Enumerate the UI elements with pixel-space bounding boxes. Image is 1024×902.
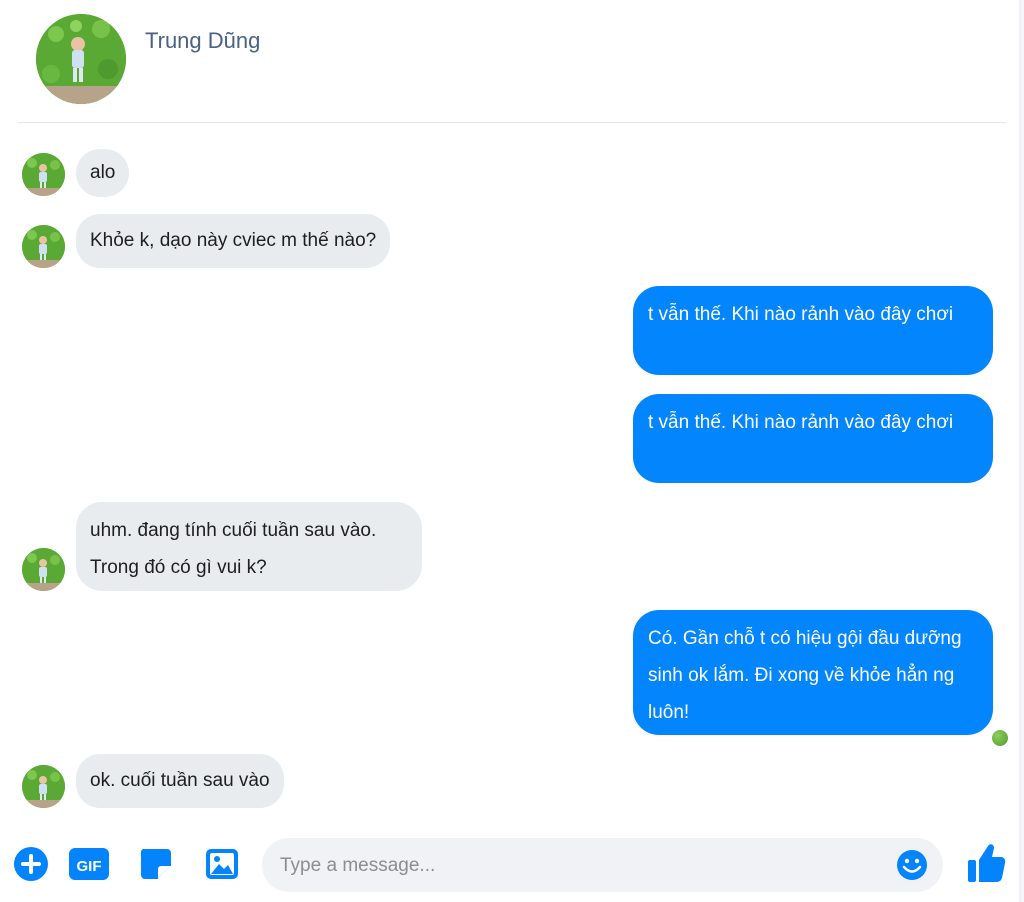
- seen-indicator-avatar: [992, 730, 1008, 746]
- message-bubble-outgoing: t vẫn thế. Khi nào rảnh vào đây chơi: [633, 286, 993, 375]
- plus-icon[interactable]: [12, 845, 50, 883]
- message-bubble-outgoing: t vẫn thế. Khi nào rảnh vào đây chơi: [633, 394, 993, 483]
- gif-icon[interactable]: GIF: [68, 845, 110, 883]
- contact-name: Trung Dũng: [145, 28, 261, 53]
- sticker-icon[interactable]: [137, 845, 175, 883]
- contact-avatar-small: [22, 548, 65, 591]
- contact-avatar[interactable]: [36, 14, 126, 104]
- contact-avatar-small: [22, 153, 65, 196]
- image-icon[interactable]: [203, 845, 241, 883]
- message-bubble-incoming: ok. cuối tuần sau vào: [76, 754, 284, 808]
- message-bubble-incoming: uhm. đang tính cuối tuần sau vào. Trong …: [76, 502, 422, 591]
- emoji-icon[interactable]: [895, 848, 929, 882]
- header-divider: [18, 122, 1006, 123]
- contact-avatar-small: [22, 765, 65, 808]
- message-bubble-incoming: alo: [76, 149, 130, 197]
- window-edge: [1019, 0, 1024, 902]
- message-input[interactable]: [278, 847, 882, 885]
- message-input-container: [262, 838, 943, 892]
- thumbs-up-icon[interactable]: [966, 842, 1006, 884]
- message-bubble-incoming: Khỏe k, dạo này cviec m thế nào?: [76, 214, 391, 268]
- message-bubble-outgoing: Có. Gần chỗ t có hiệu gội đầu dưỡng sinh…: [633, 610, 993, 735]
- gif-label: GIF: [77, 858, 102, 875]
- contact-avatar-small: [22, 225, 65, 268]
